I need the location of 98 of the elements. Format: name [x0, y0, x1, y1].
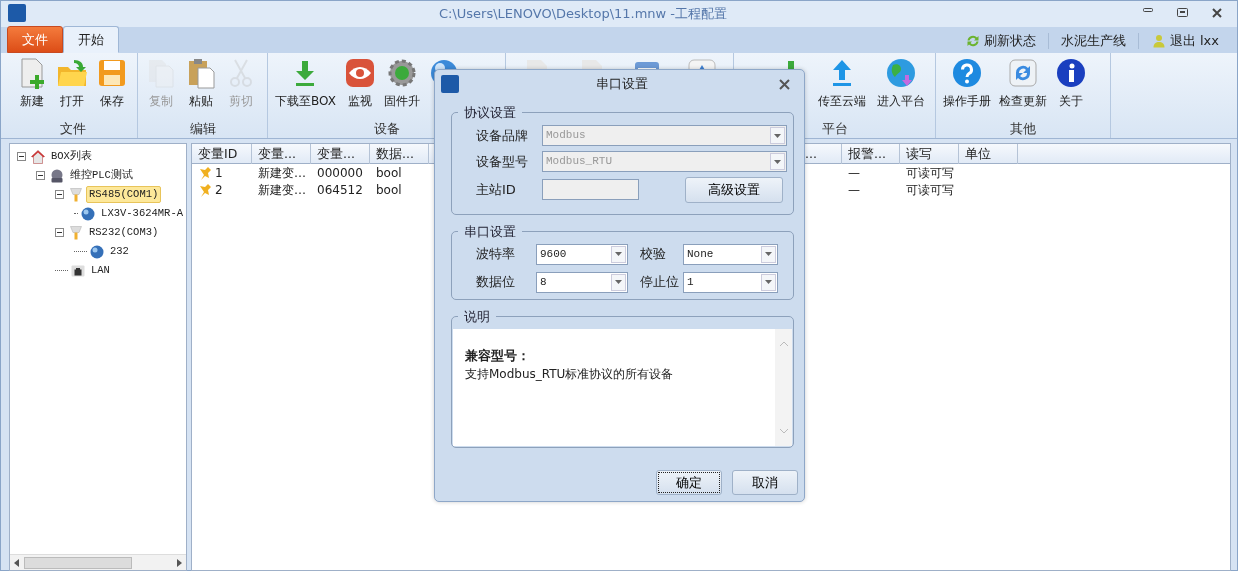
table-cell: — [848, 164, 860, 181]
refresh-icon [1007, 57, 1039, 89]
note-text: 支持Modbus_RTU标准协议的所有设备 [465, 366, 675, 384]
table-cell: 1 [215, 164, 223, 181]
column-header[interactable]: 单位 [959, 144, 1018, 164]
caret-icon[interactable] [765, 252, 772, 256]
refresh-icon [964, 33, 981, 49]
dialog-title: 串口设置 [596, 76, 648, 92]
tree-item[interactable]: 232 [107, 242, 132, 261]
network-icon [89, 243, 105, 260]
maximize-icon[interactable] [1177, 8, 1188, 17]
status-link[interactable]: 刷新状态 [983, 33, 1036, 49]
group-label: 编辑 [189, 120, 216, 138]
ribbon-button[interactable]: 粘贴 [181, 57, 221, 110]
ribbon-button[interactable]: 关于 [1051, 57, 1091, 110]
table-cell: bool [376, 181, 402, 198]
tree-item[interactable]: LAN [88, 261, 113, 280]
tree-item[interactable]: LX3V-3624MR-A [98, 204, 186, 223]
dropdown-select[interactable]: 8 [536, 271, 628, 293]
minimize-icon[interactable] [1143, 8, 1153, 12]
ribbon-button[interactable]: 保存 [92, 57, 132, 110]
ribbon-button[interactable]: 检查更新 [995, 57, 1051, 110]
field-label: 停止位 [640, 273, 680, 292]
group-label: 文件 [60, 120, 86, 138]
ribbon-tab[interactable]: 开始 [63, 25, 119, 53]
app-logo-icon [8, 4, 26, 22]
ribbon-button[interactable]: 传至云端 [814, 57, 870, 110]
network-icon [80, 205, 97, 222]
tree-item[interactable]: RS232(COM3) [86, 223, 162, 242]
house-icon [30, 148, 46, 165]
column-header[interactable]: 变量ID [192, 144, 252, 164]
column-header[interactable]: 报警... [842, 144, 900, 164]
expand-toggle[interactable] [17, 152, 26, 161]
table-cell: — [848, 181, 860, 198]
tree-item[interactable]: 维控PLC测试 [67, 166, 136, 185]
pin-icon [198, 165, 212, 180]
ribbon-button[interactable]: 下载至BOX [271, 57, 340, 110]
close-icon[interactable] [1212, 8, 1222, 18]
window-title: C:\Users\LENOVO\Desktop\11.mnw -工程配置 [438, 6, 728, 21]
save-icon [96, 57, 128, 89]
expand-toggle[interactable] [55, 228, 64, 237]
table-cell: 000000 [317, 164, 363, 181]
field-label: 主站ID [476, 181, 517, 199]
pin-icon [198, 182, 212, 197]
column-header[interactable]: 读写 [900, 144, 959, 164]
field-label: 校验 [640, 245, 667, 264]
group-label: 设备 [373, 120, 400, 138]
group-label: 其他 [1010, 120, 1036, 138]
ribbon-button[interactable]: 固件升 [379, 57, 424, 110]
dropdown-select[interactable]: 9600 [536, 243, 628, 265]
app-logo-icon [441, 75, 459, 93]
file-menu-tab[interactable]: 文件 [7, 25, 63, 53]
field-label: 数据位 [476, 273, 516, 292]
note-heading: 兼容型号： [465, 346, 531, 365]
ribbon-button[interactable]: 操作手册 [939, 57, 995, 110]
group-label: 平台 [821, 120, 848, 138]
tree-item[interactable]: BOX列表 [48, 147, 95, 166]
caret-icon[interactable] [615, 280, 622, 284]
dialog-button[interactable]: 确定 [656, 469, 722, 495]
ribbon-button[interactable]: 进入平台 [873, 57, 929, 110]
close-icon[interactable] [779, 78, 790, 90]
table-cell: 2 [215, 181, 223, 198]
status-link[interactable]: 水泥生产线 [1060, 33, 1126, 49]
connector-icon [68, 186, 84, 203]
eye-icon [343, 57, 376, 89]
advanced-settings-button[interactable]: 高级设置 [685, 177, 783, 203]
ribbon-button[interactable]: 打开 [52, 57, 92, 110]
connector-icon [68, 224, 84, 241]
table-cell: 可读可写 [906, 181, 954, 198]
info-icon [1055, 57, 1087, 89]
table-cell: bool [376, 164, 402, 181]
dropdown-select[interactable]: None [683, 243, 778, 265]
dialog-button[interactable]: 取消 [732, 469, 798, 495]
field-label: 波特率 [476, 245, 516, 264]
expand-toggle[interactable] [55, 190, 64, 199]
scrollbar-thumb[interactable] [24, 556, 132, 569]
status-link[interactable]: 退出 lxx [1169, 33, 1219, 49]
table-cell: 新建变… [258, 181, 306, 198]
folder-icon [56, 57, 88, 89]
table-cell: 064512 [317, 181, 363, 198]
field-label: 设备型号 [476, 152, 529, 171]
column-header[interactable]: 变量... [311, 144, 370, 164]
table-cell: 新建变… [258, 164, 306, 181]
help-icon [951, 57, 983, 89]
column-header[interactable]: 变量... [252, 144, 311, 164]
ribbon-button[interactable]: 新建 [12, 57, 52, 110]
table-cell: 可读可写 [906, 164, 954, 181]
dropdown-select[interactable]: 1 [683, 271, 778, 293]
user-icon [1150, 33, 1167, 49]
expand-toggle[interactable] [36, 171, 45, 180]
field-label: 设备品牌 [476, 126, 529, 145]
device-icon [49, 167, 65, 184]
caret-icon[interactable] [765, 280, 772, 284]
column-header[interactable]: 数据... [370, 144, 429, 164]
ribbon-button[interactable]: 监视 [339, 57, 380, 110]
caret-icon[interactable] [615, 252, 622, 256]
globe-icon [885, 57, 917, 89]
tree-item[interactable]: RS485(COM1) [86, 185, 162, 204]
